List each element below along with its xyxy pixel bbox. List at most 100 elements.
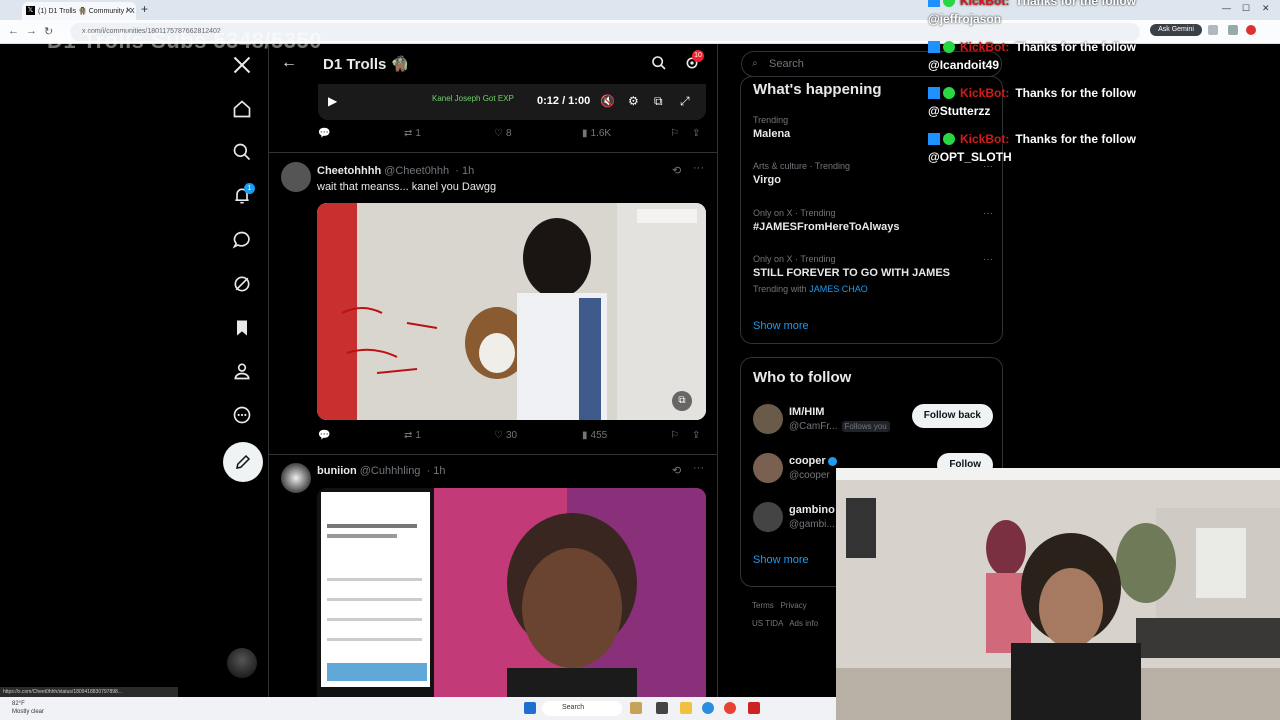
- tweet-image[interactable]: ⧉: [317, 203, 706, 420]
- us-tida-link[interactable]: US TIDA: [752, 619, 783, 628]
- divider: [269, 454, 717, 455]
- bookmarks-icon[interactable]: [230, 316, 254, 340]
- maximize-icon[interactable]: ☐: [1242, 3, 1250, 14]
- video-player[interactable]: ▶ Kanel Joseph Got EXP 0:12 / 1:00 🔇 ⚙ ⧉…: [318, 84, 706, 120]
- community-search-icon[interactable]: [651, 55, 667, 71]
- home-icon[interactable]: [230, 97, 254, 121]
- widgets-icon[interactable]: [630, 702, 642, 714]
- mute-icon[interactable]: 🔇: [600, 94, 615, 108]
- views-icon: ▮: [582, 128, 588, 139]
- compose-post-button[interactable]: [223, 442, 263, 482]
- tweet-avatar[interactable]: [281, 162, 311, 192]
- trend-item[interactable]: Arts & culture · Trending Virgo ···: [753, 161, 993, 186]
- bookmark-icon[interactable]: ⚐: [670, 430, 679, 441]
- tweet-more-icon[interactable]: ···: [693, 462, 704, 474]
- privacy-link[interactable]: Privacy: [780, 601, 806, 610]
- repost-icon: ⇄: [404, 128, 413, 139]
- verified-bot-icon: [943, 0, 955, 7]
- follows-you-tag: Follows you: [841, 421, 890, 432]
- tweet-time[interactable]: · 1h: [455, 165, 474, 177]
- profile-icon[interactable]: [1228, 25, 1238, 35]
- fullscreen-icon[interactable]: ⤢: [680, 94, 690, 109]
- share-icon[interactable]: ⇪: [692, 128, 700, 139]
- weather-widget[interactable]: 82°F Mostly clear: [12, 700, 44, 716]
- play-icon[interactable]: ▶: [328, 94, 337, 108]
- forward-icon[interactable]: →: [26, 25, 37, 37]
- avatar[interactable]: [753, 453, 783, 483]
- bookmark-icon[interactable]: ⚐: [670, 128, 679, 139]
- account-avatar[interactable]: [227, 648, 257, 678]
- tweet-author-name[interactable]: buniion: [317, 465, 357, 477]
- pip-icon[interactable]: ⧉: [654, 94, 663, 109]
- like-button[interactable]: ♡ 8: [494, 128, 512, 139]
- video-settings-icon[interactable]: ⚙: [628, 94, 639, 108]
- sword-badge-icon: [928, 132, 940, 145]
- new-tab-icon[interactable]: +: [141, 2, 148, 16]
- notifications-count-badge: 1: [244, 183, 255, 194]
- browser-tab[interactable]: 𝕏 (1) D1 Trolls 🧌 Community / X ✕: [22, 2, 136, 20]
- follow-suggestion[interactable]: IM/HIM @CamFr... Follows you Follow back: [753, 404, 993, 444]
- taskbar-search[interactable]: Search: [542, 701, 622, 716]
- tweet-author-name[interactable]: Cheetohhhh: [317, 165, 381, 177]
- like-button[interactable]: ♡ 30: [494, 430, 517, 441]
- tweet-avatar[interactable]: [281, 463, 311, 493]
- grok-icon[interactable]: [230, 272, 254, 296]
- edge-icon[interactable]: [702, 702, 714, 714]
- start-menu-icon[interactable]: [524, 702, 536, 714]
- whats-happening-title: What's happening: [753, 81, 882, 98]
- community-timeline: ← D1 Trolls 🧌 10 ▶ Kanel Joseph Got EXP …: [268, 44, 718, 720]
- avatar[interactable]: [753, 502, 783, 532]
- profile-icon[interactable]: [230, 359, 254, 383]
- tweet-more-icon[interactable]: ···: [693, 162, 704, 174]
- tweet-image-graphic: [317, 488, 706, 720]
- task-view-icon[interactable]: [656, 702, 668, 714]
- trending-with-link[interactable]: JAMES CHAO: [809, 284, 868, 294]
- chat-message: KickBot: Thanks for the follow @Icandoit4…: [928, 40, 1137, 72]
- follow-handle: @cooper: [789, 470, 830, 481]
- trend-item[interactable]: Only on X · Trending STILL FOREVER TO GO…: [753, 254, 993, 294]
- trend-more-icon[interactable]: ···: [983, 254, 993, 265]
- grok-explain-icon[interactable]: ⟲: [672, 164, 681, 177]
- show-more-trends-link[interactable]: Show more: [753, 320, 809, 332]
- grok-explain-icon[interactable]: ⟲: [672, 464, 681, 477]
- file-explorer-icon[interactable]: [680, 702, 692, 714]
- divider: [269, 152, 717, 153]
- tweet-image[interactable]: [317, 488, 706, 720]
- chrome-icon[interactable]: [724, 702, 736, 714]
- record-icon[interactable]: [1246, 25, 1256, 35]
- follow-name: cooper: [789, 455, 837, 467]
- terms-link[interactable]: Terms: [752, 601, 774, 610]
- repost-button[interactable]: ⇄ 1: [404, 128, 421, 139]
- obs-icon[interactable]: [748, 702, 760, 714]
- trend-item[interactable]: Only on X · Trending #JAMESFromHereToAlw…: [753, 208, 993, 233]
- back-icon[interactable]: ←: [8, 25, 19, 37]
- x-logo-icon[interactable]: [230, 53, 254, 77]
- extension-icon[interactable]: [1208, 25, 1218, 35]
- show-more-follow-link[interactable]: Show more: [753, 554, 809, 566]
- search-placeholder: Search: [769, 58, 804, 70]
- tab-close-icon[interactable]: ✕: [125, 6, 132, 15]
- views-button[interactable]: ▮ 455: [582, 430, 607, 441]
- views-button[interactable]: ▮ 1.6K: [582, 128, 611, 139]
- tweet-author-handle[interactable]: @Cuhhhling: [360, 465, 421, 477]
- verified-bot-icon: [943, 132, 955, 145]
- reply-icon[interactable]: 💬: [318, 430, 330, 441]
- trend-more-icon[interactable]: ···: [983, 208, 993, 219]
- explore-search-icon[interactable]: [230, 140, 254, 164]
- sword-badge-icon: [928, 86, 940, 99]
- tweet-text: wait that meanss... kanel you Dawgg: [317, 181, 497, 193]
- avatar[interactable]: [753, 404, 783, 434]
- tweet-author-handle[interactable]: @Cheet0hhh: [384, 165, 449, 177]
- messages-icon[interactable]: [230, 228, 254, 252]
- back-arrow-icon[interactable]: ←: [281, 54, 297, 72]
- share-icon[interactable]: ⇪: [692, 430, 700, 441]
- image-alt-icon[interactable]: ⧉: [672, 391, 692, 411]
- reply-icon[interactable]: 💬: [318, 128, 330, 139]
- tweet-time[interactable]: · 1h: [427, 465, 446, 477]
- close-window-icon[interactable]: ✕: [1262, 3, 1270, 14]
- repost-button[interactable]: ⇄ 1: [404, 430, 421, 441]
- follow-back-button[interactable]: Follow back: [911, 404, 993, 428]
- ads-info-link[interactable]: Ads info: [789, 619, 818, 628]
- chat-message: KickBot: Thanks for the follow @OPT_SLOTH: [928, 132, 1137, 164]
- more-options-icon[interactable]: [230, 403, 254, 427]
